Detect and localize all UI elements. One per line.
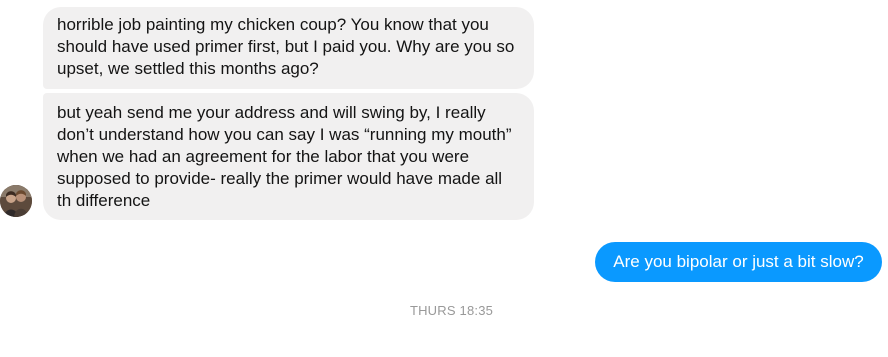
outgoing-message-bubble[interactable]: Are you bipolar or just a bit slow? — [595, 242, 882, 282]
incoming-message-bubble[interactable]: horrible job painting my chicken coup? Y… — [43, 7, 534, 89]
avatar-photo-icon — [0, 185, 32, 217]
incoming-message-bubble[interactable]: but yeah send me your address and will s… — [43, 93, 534, 220]
contact-avatar[interactable] — [0, 185, 32, 217]
message-timestamp: THURS 18:35 — [409, 303, 494, 318]
